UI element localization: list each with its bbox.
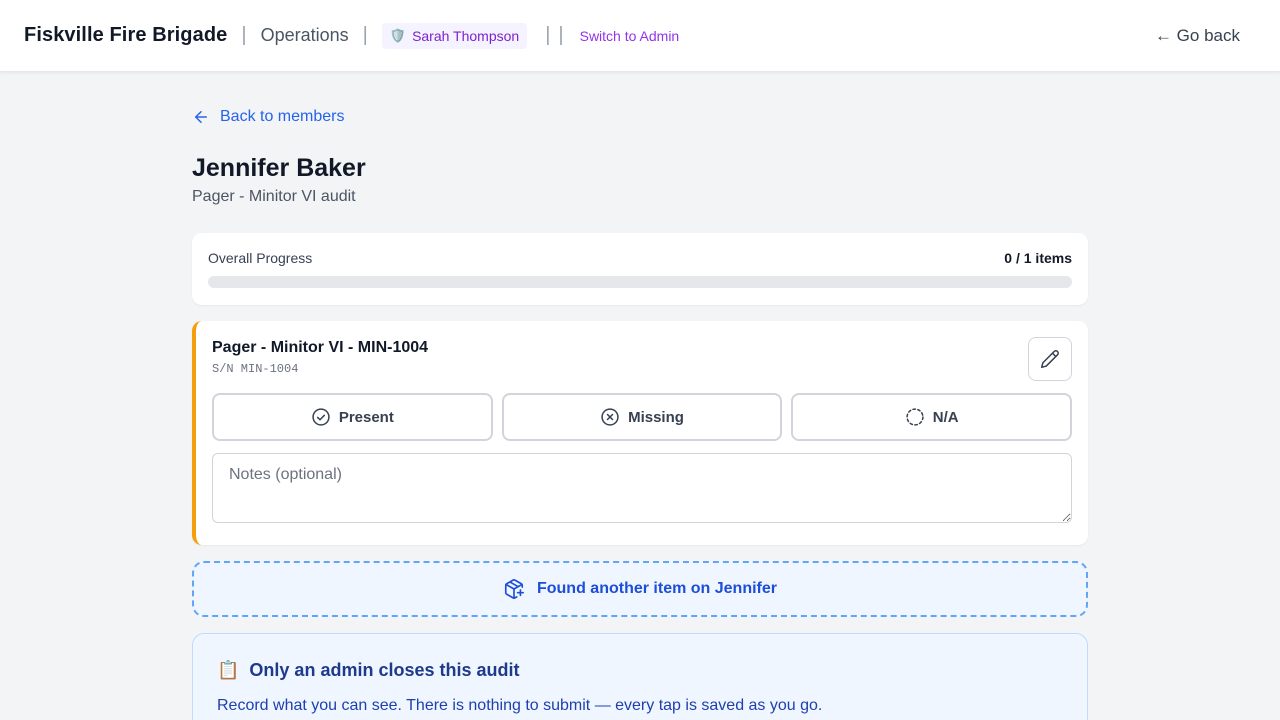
clipboard-icon: 📋 [217,660,240,680]
audit-subtitle: Pager - Minitor VI audit [192,188,356,205]
check-circle-icon [312,408,330,426]
progress-card: Overall Progress 0 / 1 items [192,233,1088,305]
missing-label: Missing [628,408,684,426]
progress-label: Overall Progress [208,250,313,266]
pencil-icon [1040,350,1059,369]
equipment-item-card: Pager - Minitor VI - MIN-1004 S/N MIN-10… [192,321,1088,545]
divider: | [558,24,564,46]
divider: | [362,24,368,46]
arrow-left-icon [195,111,207,123]
na-label: N/A [932,408,959,426]
user-badge: 🛡️ Sarah Thompson [381,22,528,49]
present-button[interactable]: Present [212,393,493,441]
na-button[interactable]: N/A [791,393,1073,441]
switch-to-admin-link[interactable]: Switch to Admin [580,28,680,44]
x-circle-icon [601,408,619,426]
progress-count: 0 / 1 items [1004,250,1072,266]
status-options: Present Missing N/A [212,393,1073,441]
item-title: Pager - Minitor VI - MIN-1004 [212,339,429,356]
found-another-item-label: Found another item on Jennifer [536,580,777,597]
package-plus-icon [504,579,524,599]
item-serial: S/N MIN-1004 [212,362,299,376]
top-bar: Fiskville Fire Brigade | Operations | 🛡️… [0,0,1280,72]
dashed-circle-icon [906,408,924,426]
divider: | [241,24,247,46]
section-title: Operations [260,25,349,45]
go-back-button[interactable]: ← Go back [1155,26,1240,46]
admin-info-card: 📋 Only an admin closes this audit Record… [192,633,1088,720]
brand-title: Fiskville Fire Brigade [24,24,228,46]
info-title: Only an admin closes this audit [249,660,520,680]
back-to-members-link[interactable]: Back to members [192,108,344,126]
edit-item-button[interactable] [1028,337,1072,381]
info-body: Record what you can see. There is nothin… [217,697,823,714]
info-title-row: 📋 Only an admin closes this audit [217,660,1063,681]
shield-icon: 🛡️ [389,27,407,43]
user-name: Sarah Thompson [412,27,520,44]
back-link-label: Back to members [220,108,345,125]
missing-button[interactable]: Missing [501,393,783,441]
page-title: Jennifer Baker [192,154,366,182]
found-another-item-button[interactable]: Found another item on Jennifer [192,561,1088,617]
divider: | [545,24,551,46]
notes-field[interactable] [212,453,1072,523]
progress-bar [208,276,1072,288]
present-label: Present [338,408,394,426]
